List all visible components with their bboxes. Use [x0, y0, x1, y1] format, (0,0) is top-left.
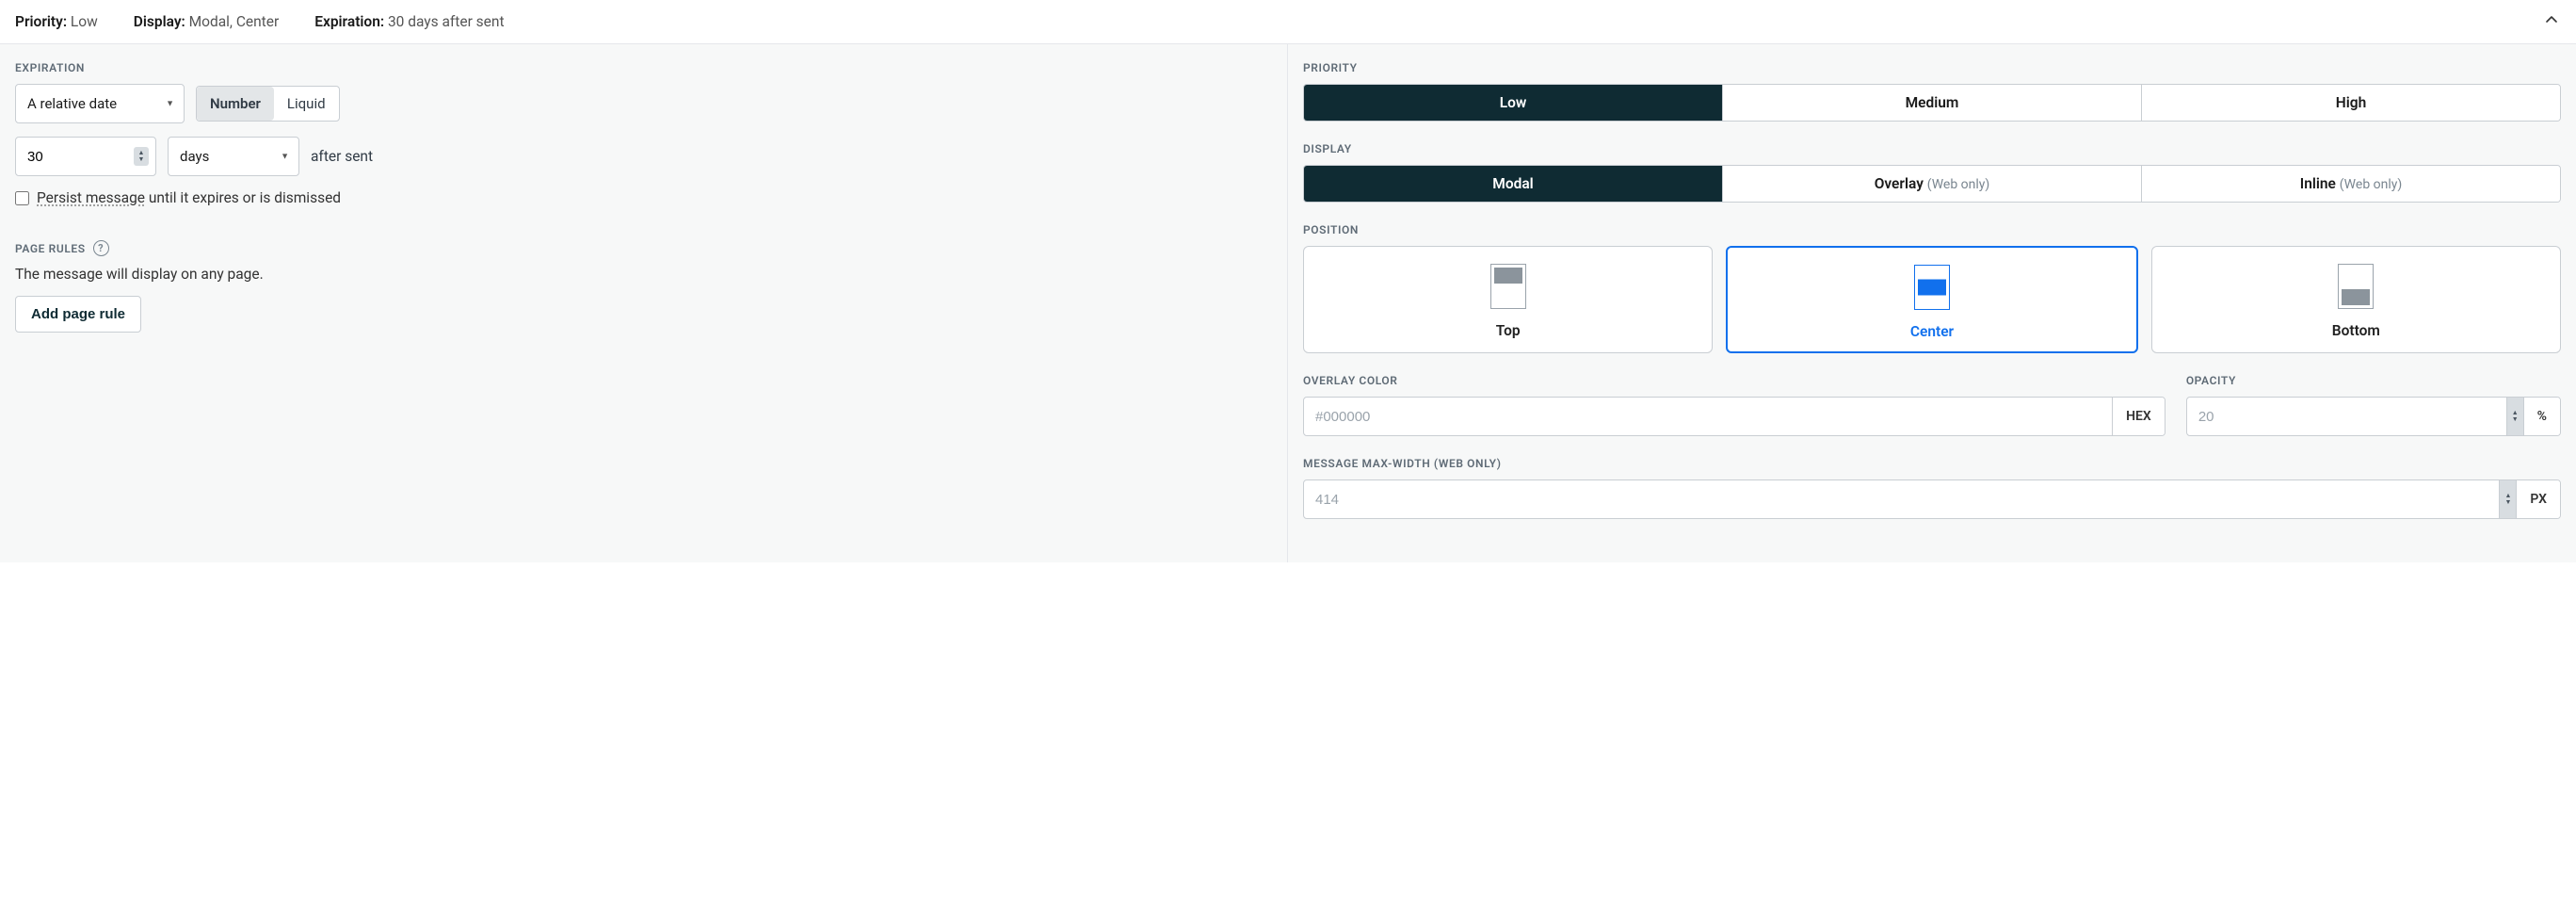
- display-modal[interactable]: Modal: [1304, 166, 1723, 202]
- summary-priority-label: Priority:: [15, 13, 67, 30]
- overlay-color-input-wrap: HEX: [1303, 397, 2165, 436]
- summary-expiration: Expiration: 30 days after sent: [314, 13, 504, 30]
- max-width-section: MESSAGE MAX-WIDTH (WEB ONLY) ▲ ▼ PX: [1303, 457, 2561, 519]
- expiration-amount-wrap: ▲ ▼: [15, 137, 156, 176]
- opacity-section: OPACITY ▲ ▼ %: [2186, 374, 2561, 436]
- opacity-suffix: %: [2523, 398, 2560, 435]
- after-sent-text: after sent: [311, 148, 373, 165]
- position-center[interactable]: Center: [1726, 246, 2137, 353]
- stepper-down-icon: ▼: [138, 156, 145, 163]
- priority-high[interactable]: High: [2142, 85, 2560, 121]
- summary-expiration-label: Expiration:: [314, 13, 384, 30]
- opacity-input-wrap: ▲ ▼ %: [2186, 397, 2561, 436]
- persist-underline: Persist message: [37, 189, 145, 206]
- max-width-input-wrap: ▲ ▼ PX: [1303, 479, 2561, 519]
- expiration-unit-select[interactable]: days ▼: [168, 137, 299, 176]
- add-page-rule-button[interactable]: Add page rule: [15, 296, 141, 333]
- position-top-icon: [1490, 264, 1526, 309]
- format-liquid[interactable]: Liquid: [274, 87, 339, 121]
- summary-display-label: Display:: [134, 13, 185, 30]
- display-section: DISPLAY Modal Overlay (Web only) Inline …: [1303, 142, 2561, 203]
- display-overlay[interactable]: Overlay (Web only): [1723, 166, 2142, 202]
- display-overlay-text: Overlay: [1875, 175, 1924, 192]
- collapse-icon[interactable]: [2544, 12, 2559, 31]
- summary-priority: Priority: Low: [15, 13, 98, 30]
- dropdown-icon: ▼: [281, 152, 289, 162]
- position-bottom-label: Bottom: [2332, 322, 2380, 339]
- overlay-opacity-row: OVERLAY COLOR HEX OPACITY ▲ ▼ %: [1303, 374, 2561, 436]
- display-overlay-hint: (Web only): [1927, 177, 1990, 192]
- help-icon[interactable]: ?: [93, 240, 109, 256]
- position-center-label: Center: [1910, 323, 1954, 340]
- priority-medium[interactable]: Medium: [1723, 85, 2142, 121]
- position-bottom[interactable]: Bottom: [2151, 246, 2561, 353]
- display-inline-hint: (Web only): [2340, 177, 2403, 192]
- priority-label: PRIORITY: [1303, 61, 2561, 74]
- stepper-down-icon: ▼: [2504, 499, 2511, 506]
- position-top[interactable]: Top: [1303, 246, 1713, 353]
- max-width-stepper[interactable]: ▲ ▼: [2499, 480, 2516, 518]
- expiration-type-value: A relative date: [27, 95, 117, 112]
- summary-priority-value: Low: [71, 13, 98, 30]
- summary-display-value: Modal, Center: [189, 13, 280, 30]
- max-width-label: MESSAGE MAX-WIDTH (WEB ONLY): [1303, 457, 2561, 470]
- position-bottom-icon: [2338, 264, 2374, 309]
- persist-message-label: Persist message until it expires or is d…: [37, 189, 341, 206]
- number-stepper-icon[interactable]: ▲ ▼: [134, 147, 149, 166]
- opacity-stepper[interactable]: ▲ ▼: [2506, 398, 2523, 435]
- format-number[interactable]: Number: [197, 87, 274, 121]
- right-panel: PRIORITY Low Medium High DISPLAY Modal O…: [1288, 44, 2576, 562]
- persist-rest: until it expires or is dismissed: [145, 189, 341, 206]
- opacity-input[interactable]: [2187, 398, 2506, 435]
- summary-bar: Priority: Low Display: Modal, Center Exp…: [0, 0, 2576, 44]
- max-width-suffix: PX: [2516, 480, 2560, 518]
- overlay-color-suffix: HEX: [2112, 398, 2165, 435]
- overlay-color-label: OVERLAY COLOR: [1303, 374, 2165, 387]
- opacity-label: OPACITY: [2186, 374, 2561, 387]
- persist-message-checkbox[interactable]: [15, 191, 29, 205]
- page-rules-description: The message will display on any page.: [15, 266, 1272, 283]
- left-panel: EXPIRATION A relative date ▼ Number Liqu…: [0, 44, 1288, 562]
- priority-section: PRIORITY Low Medium High: [1303, 61, 2561, 122]
- position-center-icon: [1914, 265, 1950, 310]
- position-label: POSITION: [1303, 223, 2561, 236]
- position-top-label: Top: [1496, 322, 1521, 339]
- overlay-color-section: OVERLAY COLOR HEX: [1303, 374, 2165, 436]
- dropdown-icon: ▼: [166, 99, 174, 109]
- display-group: Modal Overlay (Web only) Inline (Web onl…: [1303, 165, 2561, 203]
- expiration-label: EXPIRATION: [15, 61, 1272, 74]
- expiration-format-segmented: Number Liquid: [196, 86, 340, 122]
- priority-group: Low Medium High: [1303, 84, 2561, 122]
- page-rules-section: PAGE RULES ? The message will display on…: [15, 240, 1272, 333]
- display-inline-text: Inline: [2300, 175, 2336, 192]
- expiration-type-select[interactable]: A relative date ▼: [15, 84, 185, 123]
- expiration-section: EXPIRATION A relative date ▼ Number Liqu…: [15, 61, 1272, 206]
- position-section: POSITION Top Center Bottom: [1303, 223, 2561, 353]
- display-label: DISPLAY: [1303, 142, 2561, 155]
- summary-display: Display: Modal, Center: [134, 13, 279, 30]
- summary-expiration-value: 30 days after sent: [388, 13, 505, 30]
- max-width-input[interactable]: [1304, 480, 2499, 518]
- page-rules-label-text: PAGE RULES: [15, 242, 86, 255]
- display-inline[interactable]: Inline (Web only): [2142, 166, 2560, 202]
- stepper-down-icon: ▼: [2512, 416, 2519, 423]
- priority-low[interactable]: Low: [1304, 85, 1723, 121]
- overlay-color-input[interactable]: [1304, 398, 2112, 435]
- expiration-unit-value: days: [180, 148, 209, 165]
- page-rules-label: PAGE RULES ?: [15, 240, 1272, 256]
